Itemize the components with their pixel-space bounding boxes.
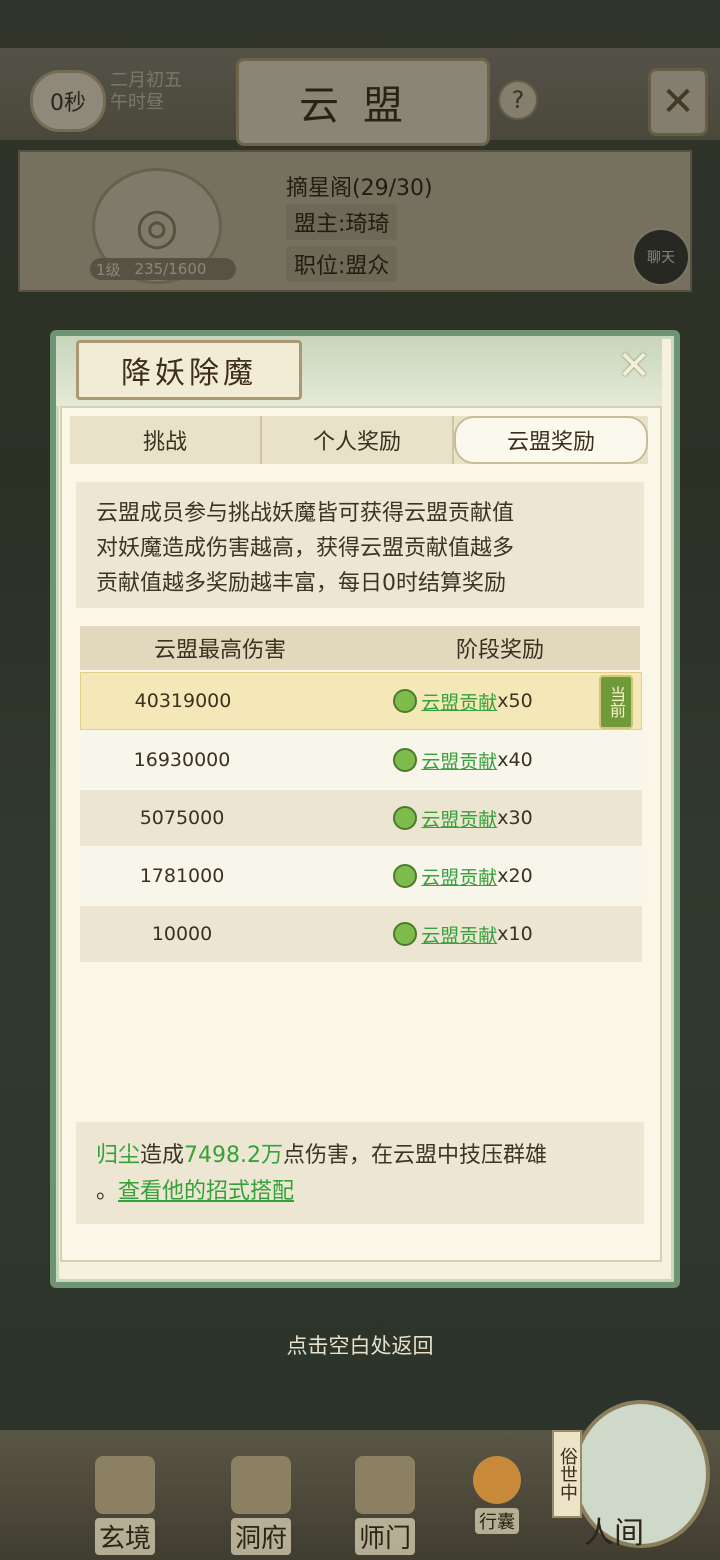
world-status-tag: 俗世中 [552,1430,582,1518]
reward-cell: 云盟贡献 x10 [284,921,642,948]
contribution-coin-icon [393,806,418,830]
nav-dongfu[interactable]: 洞府 [216,1456,306,1556]
bag-icon [473,1456,521,1504]
nav-xuanjing[interactable]: 玄境 [80,1456,170,1556]
reward-link[interactable]: 云盟贡献 [421,688,497,715]
world-label[interactable]: 人间 [584,1508,644,1552]
description-line: 云盟成员参与挑战妖魔皆可获得云盟贡献值 [96,501,515,526]
table-row: 16930000 云盟贡献 x40 [80,732,642,788]
tab-challenge[interactable]: 挑战 [70,416,262,464]
contribution-coin-icon [393,864,418,888]
reward-count: x40 [497,749,533,771]
reward-cell: 云盟贡献 x20 [284,863,642,890]
nav-label: 行囊 [475,1508,519,1534]
reward-count: x50 [497,690,533,712]
table-row: 10000 云盟贡献 x10 [80,906,642,962]
back-tip[interactable]: 点击空白处返回 [0,1330,720,1360]
table-row: 40319000 云盟贡献 x50 当前 [80,672,642,730]
note-damage: 7498.2万 [184,1143,284,1168]
nav-label: 玄境 [94,1518,155,1555]
note-text: 造成 [140,1143,185,1168]
reward-link[interactable]: 云盟贡献 [421,863,497,890]
current-badge: 当前 [599,675,633,729]
column-header-reward: 阶段奖励 [455,638,544,663]
note-text: 点伤害，在云盟中技压群雄 [283,1143,548,1168]
reward-cell: 云盟贡献 x30 [284,805,642,832]
note-text: 。 [96,1179,119,1204]
reward-link[interactable]: 云盟贡献 [421,805,497,832]
description-line: 对妖魔造成伤害越高，获得云盟贡献值越多 [96,536,515,561]
nav-label: 师门 [354,1518,415,1555]
nav-shimen[interactable]: 师门 [340,1456,430,1556]
table-row: 5075000 云盟贡献 x30 [80,790,642,846]
reward-description: 云盟成员参与挑战妖魔皆可获得云盟贡献值 对妖魔造成伤害越高，获得云盟贡献值越多 … [76,482,644,608]
contribution-coin-icon [393,689,418,713]
contribution-coin-icon [393,748,418,772]
modal-close-icon[interactable]: ✕ [612,343,656,389]
description-line: 贡献值越多奖励越丰富，每日0时结算奖励 [96,571,506,596]
damage-value: 16930000 [133,749,231,771]
damage-value: 1781000 [139,865,225,887]
view-moves-link[interactable]: 查看他的招式搭配 [118,1179,294,1204]
scroll-icon [95,1456,155,1514]
reward-link[interactable]: 云盟贡献 [421,747,497,774]
table-header: 云盟最高伤害 阶段奖励 [80,626,640,670]
tab-personal-reward[interactable]: 个人奖励 [262,416,454,464]
damage-value: 5075000 [139,807,225,829]
column-header-damage: 云盟最高伤害 [153,638,286,663]
reward-count: x10 [497,923,533,945]
damage-value: 40319000 [134,690,232,712]
tab-guild-reward[interactable]: 云盟奖励 [454,416,648,464]
pavilion-icon [231,1456,291,1514]
reward-count: x30 [497,807,533,829]
damage-value: 10000 [151,923,213,945]
nav-xingnang[interactable]: 行囊 [452,1456,542,1556]
table-row: 1781000 云盟贡献 x20 [80,848,642,904]
nav-label: 洞府 [230,1518,291,1555]
reward-cell: 云盟贡献 x40 [284,747,642,774]
contribution-coin-icon [393,922,418,946]
reward-table: 40319000 云盟贡献 x50 当前 16930000 云盟贡献 x40 5… [80,672,642,964]
modal-title: 降妖除魔 [76,340,302,400]
reward-link[interactable]: 云盟贡献 [421,921,497,948]
top-damage-note: 归尘造成7498.2万点伤害，在云盟中技压群雄 。查看他的招式搭配 [76,1122,644,1224]
banner-icon [355,1456,415,1514]
reward-count: x20 [497,865,533,887]
reward-cell: 云盟贡献 x50 [285,688,641,715]
player-name[interactable]: 归尘 [96,1143,140,1168]
tab-bar: 挑战 个人奖励 云盟奖励 [70,416,648,464]
